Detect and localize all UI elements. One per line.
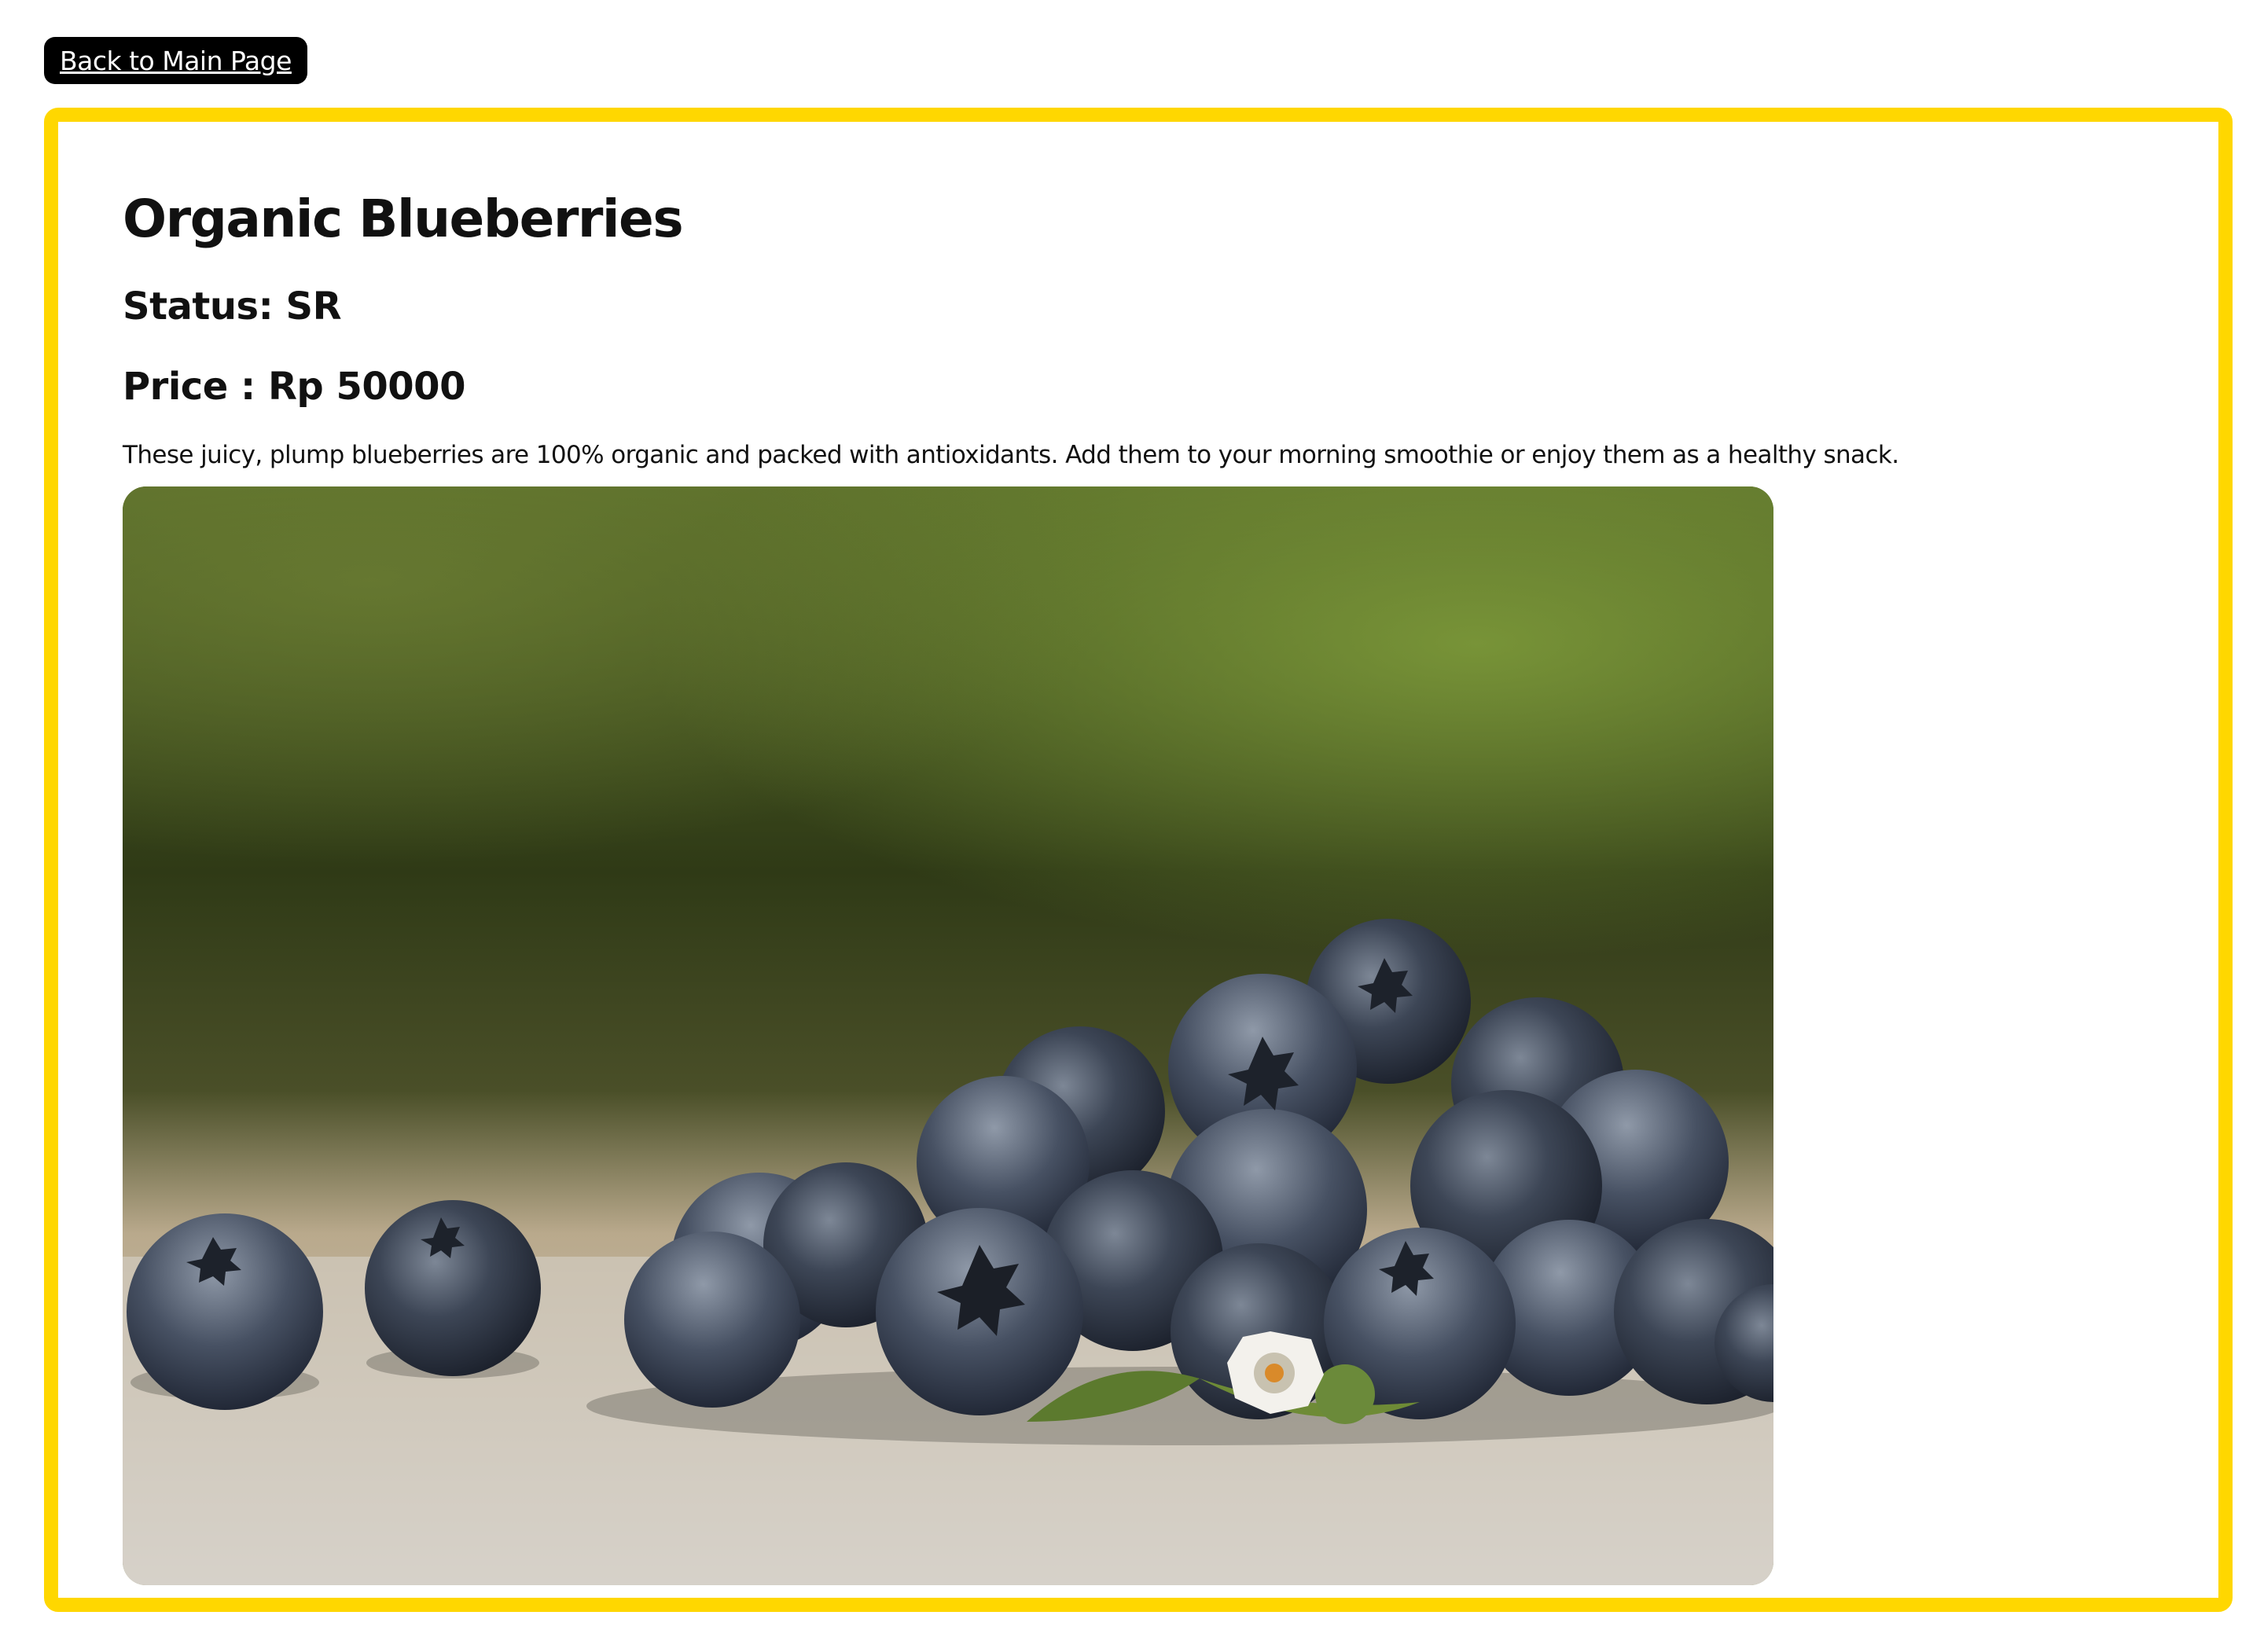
- blueberries-photo: [123, 486, 1773, 1585]
- price-label: Price :: [123, 365, 255, 409]
- price-value: Rp 50000: [267, 365, 466, 409]
- product-image: [123, 486, 1773, 1585]
- status-value: SR: [285, 285, 342, 329]
- product-description: These juicy, plump blueberries are 100% …: [123, 441, 1899, 469]
- product-title: Organic Blueberries: [123, 189, 684, 249]
- status-label: Status:: [123, 285, 274, 329]
- product-price: Price : Rp 50000: [123, 365, 465, 410]
- product-card: Organic Blueberries Status: SR Price : R…: [44, 108, 2233, 1612]
- product-status: Status: SR: [123, 285, 342, 330]
- back-to-main-page-link[interactable]: Back to Main Page: [44, 37, 307, 84]
